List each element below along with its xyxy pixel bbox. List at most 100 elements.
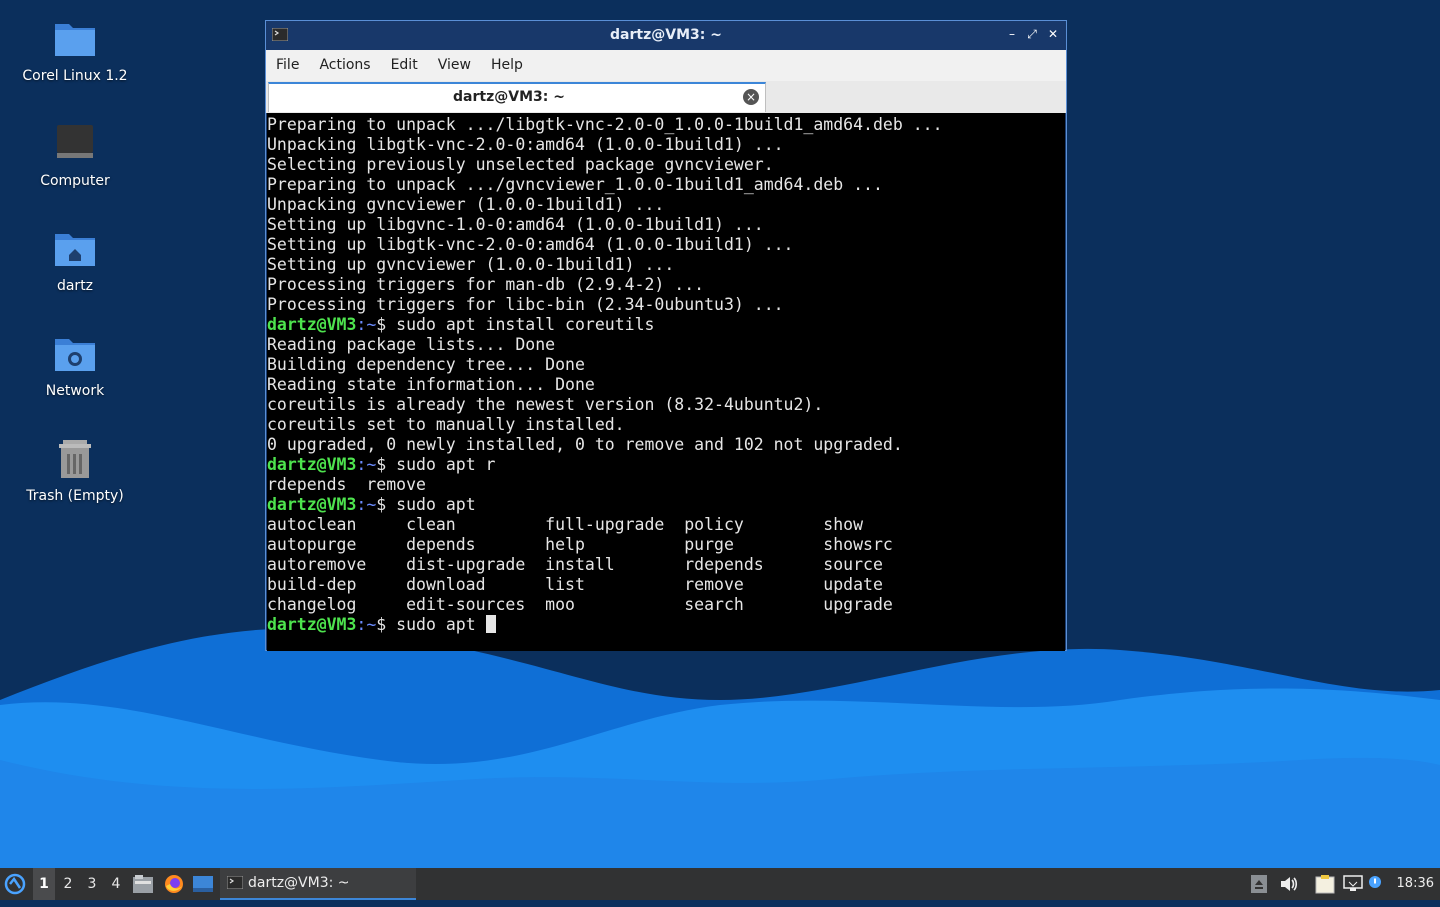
prompt-path: :~ <box>356 455 377 474</box>
menu-view[interactable]: View <box>428 50 481 73</box>
tab-close-icon[interactable]: × <box>743 89 759 105</box>
app-menu-icon <box>4 873 26 895</box>
desktop-icon-label: Computer <box>40 173 110 189</box>
tab-terminal[interactable]: dartz@VM3: ~ × <box>268 82 766 112</box>
command-text: sudo apt install coreutils <box>396 315 655 334</box>
terminal-output-line: Selecting previously unselected package … <box>267 155 774 174</box>
network-tray-button[interactable] <box>1343 868 1363 900</box>
task-label: dartz@VM3: ~ <box>248 875 350 891</box>
terminal-output[interactable]: Preparing to unpack .../libgtk-vnc-2.0-0… <box>267 113 1065 651</box>
terminal-output-line: Unpacking gvncviewer (1.0.0-1build1) ... <box>267 195 665 214</box>
terminal-output-line: Building dependency tree... Done <box>267 355 585 374</box>
prompt-path: :~ <box>356 495 377 514</box>
minimize-button[interactable]: – <box>1004 26 1020 42</box>
command-text: sudo apt <box>396 615 486 634</box>
clock[interactable]: 18:36 <box>1397 868 1434 900</box>
terminal-output-line: Preparing to unpack .../libgtk-vnc-2.0-0… <box>267 115 943 134</box>
terminal-output-line: coreutils is already the newest version … <box>267 395 824 414</box>
terminal-output-line: autoclean clean full-upgrade policy show <box>267 515 864 534</box>
desktop-icon-computer[interactable]: Computer <box>20 119 130 189</box>
command-text: sudo apt <box>396 495 476 514</box>
taskbar-task-terminal[interactable]: dartz@VM3: ~ <box>220 868 416 900</box>
maximize-button[interactable]: ⤢ <box>1024 26 1040 42</box>
computer-icon <box>57 125 93 158</box>
desktop-icon-label: Network <box>45 383 105 399</box>
terminal-output-line: Setting up gvncviewer (1.0.0-1build1) ..… <box>267 255 675 274</box>
prompt-symbol: $ <box>376 615 397 634</box>
close-button[interactable]: ✕ <box>1045 26 1061 42</box>
prompt-user: dartz@VM3 <box>267 315 357 334</box>
desktop-icon-network[interactable]: Network <box>20 329 130 399</box>
start-menu-button[interactable] <box>4 868 28 900</box>
file-manager-icon <box>133 875 153 893</box>
desktop-icon-label: dartz <box>56 278 94 294</box>
menu-file[interactable]: File <box>266 50 309 73</box>
network-folder-icon <box>55 339 95 371</box>
desktop-icon-label: Corel Linux 1.2 <box>22 68 128 84</box>
prompt-user: dartz@VM3 <box>267 615 357 634</box>
window-titlebar[interactable]: dartz@VM3: ~ – ⤢ ✕ <box>266 21 1066 50</box>
show-desktop-launcher[interactable] <box>193 868 215 900</box>
terminal-output-line: changelog edit-sources moo search upgrad… <box>267 595 893 614</box>
terminal-output-line: Reading state information... Done <box>267 375 595 394</box>
firefox-launcher[interactable] <box>164 868 186 900</box>
terminal-command-line: dartz@VM3:~$ sudo apt install coreutils <box>267 315 1065 335</box>
terminal-output-line: Preparing to unpack .../gvncviewer_1.0.0… <box>267 175 883 194</box>
terminal-app-icon <box>227 876 243 889</box>
desktop-icon-label: Trash (Empty) <box>26 488 124 504</box>
taskbar: 1 2 3 4 dartz@VM3: ~ 18:36 <box>0 868 1440 900</box>
desktop-icon-dartz[interactable]: dartz <box>20 224 130 294</box>
notification-icon <box>1369 876 1381 888</box>
workspace-2[interactable]: 2 <box>57 868 79 900</box>
terminal-window[interactable]: dartz@VM3: ~ – ⤢ ✕ File Actions Edit View He… <box>265 20 1067 651</box>
prompt-symbol: $ <box>376 495 397 514</box>
terminal-output-line: Setting up libgtk-vnc-2.0-0:amd64 (1.0.0… <box>267 235 794 254</box>
terminal-output-line: Processing triggers for man-db (2.9.4-2)… <box>267 275 705 294</box>
menu-actions[interactable]: Actions <box>309 50 380 73</box>
terminal-output-line: Unpacking libgtk-vnc-2.0-0:amd64 (1.0.0-… <box>267 135 784 154</box>
prompt-path: :~ <box>356 315 377 334</box>
prompt-path: :~ <box>356 615 377 634</box>
tab-label: dartz@VM3: ~ <box>453 89 565 105</box>
window-title: dartz@VM3: ~ <box>610 27 722 43</box>
text-cursor <box>485 615 496 633</box>
terminal-output-line: autoremove dist-upgrade install rdepends… <box>267 555 883 574</box>
home-folder-icon <box>55 234 95 266</box>
terminal-output-line: 0 upgraded, 0 newly installed, 0 to remo… <box>267 435 903 454</box>
desktop-icon <box>193 876 213 892</box>
prompt-user: dartz@VM3 <box>267 495 357 514</box>
trash-icon <box>59 440 91 478</box>
terminal-output-line: rdepends remove <box>267 475 426 494</box>
eject-tray-button[interactable] <box>1251 868 1269 900</box>
eject-icon <box>1251 875 1267 893</box>
prompt-symbol: $ <box>376 455 397 474</box>
workspace-3[interactable]: 3 <box>81 868 103 900</box>
terminal-output-line: Processing triggers for libc-bin (2.34-0… <box>267 295 784 314</box>
desktop-icon-corel-linux[interactable]: Corel Linux 1.2 <box>20 14 130 84</box>
workspace-1[interactable]: 1 <box>33 868 55 900</box>
terminal-output-line: coreutils set to manually installed. <box>267 415 625 434</box>
desktop-icon-trash[interactable]: Trash (Empty) <box>20 434 130 504</box>
menu-help[interactable]: Help <box>481 50 533 73</box>
prompt-user: dartz@VM3 <box>267 455 357 474</box>
menu-edit[interactable]: Edit <box>381 50 428 73</box>
workspace-4[interactable]: 4 <box>105 868 127 900</box>
terminal-output-line: Setting up libgvnc-1.0-0:amd64 (1.0.0-1b… <box>267 215 764 234</box>
prompt-symbol: $ <box>376 315 397 334</box>
terminal-command-line: dartz@VM3:~$ sudo apt <box>267 615 1065 635</box>
terminal-output-line: build-dep download list remove update <box>267 575 883 594</box>
clipboard-tray-button[interactable] <box>1315 868 1335 900</box>
terminal-output-line: Reading package lists... Done <box>267 335 556 354</box>
firefox-icon <box>165 875 183 893</box>
terminal-command-line: dartz@VM3:~$ sudo apt <box>267 495 1065 515</box>
notification-tray-button[interactable] <box>1369 868 1383 900</box>
file-manager-launcher[interactable] <box>133 868 155 900</box>
volume-icon <box>1281 877 1298 891</box>
terminal-command-line: dartz@VM3:~$ sudo apt r <box>267 455 1065 475</box>
tab-bar: dartz@VM3: ~ × <box>266 81 1066 113</box>
clipboard-icon <box>1315 875 1335 894</box>
volume-tray-button[interactable] <box>1279 868 1299 900</box>
network-icon <box>1343 875 1363 891</box>
command-text: sudo apt r <box>396 455 496 474</box>
menubar: File Actions Edit View Help <box>266 50 1066 81</box>
